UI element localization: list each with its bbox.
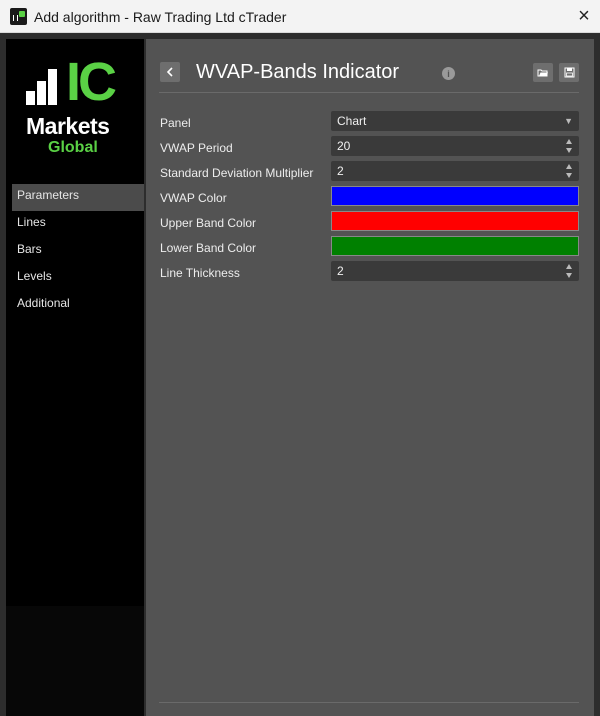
upper-band-color-picker[interactable] <box>331 211 579 231</box>
std-dev-multiplier-stepper[interactable]: 2 <box>331 161 579 181</box>
param-row-lower-band-color: Lower Band Color <box>160 236 580 261</box>
spin-arrows-icon[interactable] <box>566 138 574 154</box>
parameters-form: Panel Chart ▼ VWAP Period 20 Standard De… <box>160 111 580 286</box>
spin-arrows-icon[interactable] <box>566 163 574 179</box>
panel-select[interactable]: Chart ▼ <box>331 111 579 131</box>
logo-bars-icon <box>26 61 66 105</box>
vwap-period-stepper[interactable]: 20 <box>331 136 579 156</box>
line-thickness-value: 2 <box>337 264 344 278</box>
sidebar-footer <box>6 606 144 716</box>
app-icon-bars <box>13 15 18 21</box>
std-dev-multiplier-value: 2 <box>337 164 344 178</box>
dialog-body: IC Markets Global Parameters Lines Bars … <box>0 34 600 716</box>
param-row-upper-band-color: Upper Band Color <box>160 211 580 236</box>
back-button[interactable] <box>160 62 180 82</box>
param-row-panel: Panel Chart ▼ <box>160 111 580 136</box>
window-title: Add algorithm - Raw Trading Ltd cTrader <box>34 9 287 25</box>
logo-global-text: Global <box>48 139 98 156</box>
info-icon[interactable]: i <box>442 67 455 80</box>
param-label: Standard Deviation Multiplier <box>160 166 314 180</box>
param-label: Panel <box>160 116 191 130</box>
param-row-line-thickness: Line Thickness 2 <box>160 261 580 286</box>
lower-band-color-picker[interactable] <box>331 236 579 256</box>
vwap-color-picker[interactable] <box>331 186 579 206</box>
param-label: Lower Band Color <box>160 241 257 255</box>
open-folder-button[interactable] <box>533 63 553 82</box>
main-panel: WVAP-Bands Indicator i Panel Chart ▼ VWA… <box>146 39 594 716</box>
sidebar-item-bars[interactable]: Bars <box>12 238 144 265</box>
param-label: VWAP Period <box>160 141 233 155</box>
window-title-bar: Add algorithm - Raw Trading Ltd cTrader … <box>0 0 600 33</box>
open-folder-icon <box>537 69 548 76</box>
param-label: Upper Band Color <box>160 216 257 230</box>
chevron-down-icon: ▼ <box>564 116 573 126</box>
ic-markets-logo: IC Markets Global <box>26 55 136 191</box>
param-label: Line Thickness <box>160 266 240 280</box>
sidebar: IC Markets Global Parameters Lines Bars … <box>6 39 144 716</box>
page-title: WVAP-Bands Indicator <box>196 61 400 83</box>
panel-select-value: Chart <box>337 114 367 128</box>
vwap-period-value: 20 <box>337 139 351 153</box>
line-thickness-stepper[interactable]: 2 <box>331 261 579 281</box>
param-row-vwap-period: VWAP Period 20 <box>160 136 580 161</box>
save-button[interactable] <box>559 63 579 82</box>
param-label: VWAP Color <box>160 191 227 205</box>
save-icon <box>564 67 574 78</box>
chevron-left-icon <box>166 67 173 77</box>
sidebar-item-additional[interactable]: Additional <box>12 292 144 319</box>
logo-markets-text: Markets <box>26 113 110 139</box>
param-row-std-dev-multiplier: Standard Deviation Multiplier 2 <box>160 161 580 186</box>
close-icon[interactable]: × <box>568 0 600 33</box>
sidebar-item-parameters[interactable]: Parameters <box>12 184 144 211</box>
spin-arrows-icon[interactable] <box>566 263 574 279</box>
app-icon-mark <box>19 11 25 17</box>
header-divider <box>159 92 579 93</box>
sidebar-item-lines[interactable]: Lines <box>12 211 144 238</box>
param-row-vwap-color: VWAP Color <box>160 186 580 211</box>
sidebar-nav: Parameters Lines Bars Levels Additional <box>12 184 144 319</box>
app-icon <box>10 8 27 25</box>
logo-ic-text: IC <box>66 52 117 112</box>
sidebar-item-levels[interactable]: Levels <box>12 265 144 292</box>
footer-divider <box>159 702 579 703</box>
